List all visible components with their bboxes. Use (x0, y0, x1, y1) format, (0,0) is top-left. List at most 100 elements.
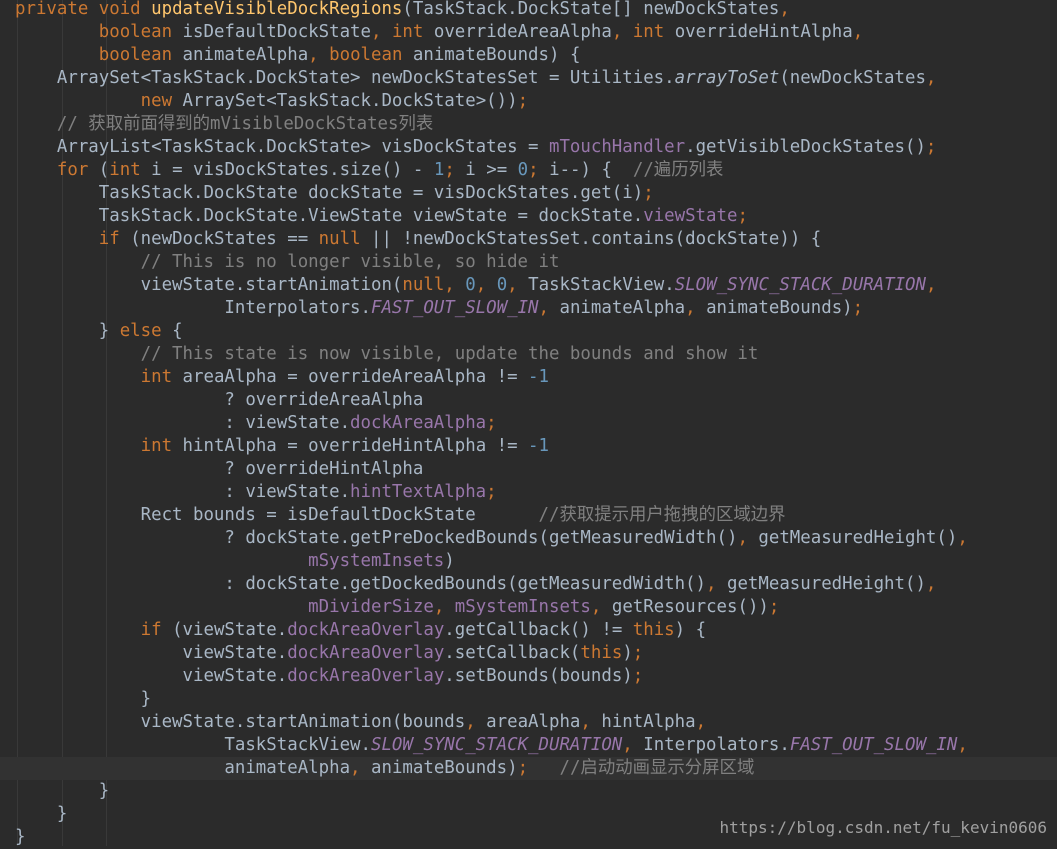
code-token: ; (737, 206, 748, 226)
code-line[interactable]: ? dockState.getPreDockedBounds(getMeasur… (0, 527, 1057, 550)
code-token: SLOW_SYNC_STACK_DURATION (370, 735, 623, 755)
code-line[interactable]: ArraySet<TaskStack.DockState> newDockSta… (0, 67, 1057, 90)
code-line[interactable]: viewState.startAnimation(bounds, areaAlp… (0, 711, 1057, 734)
code-token: //启动动画显示分屏区域 (559, 758, 755, 778)
code-line[interactable]: new ArraySet<TaskStack.DockState>()); (0, 90, 1057, 113)
code-token: -1 (528, 367, 549, 387)
code-token: ) (444, 551, 455, 571)
code-token: ; (517, 91, 529, 111)
code-token: } (15, 827, 26, 847)
code-token: 0 (517, 160, 529, 180)
code-line[interactable]: TaskStack.DockState.ViewState viewState … (0, 205, 1057, 228)
watermark: https://blog.csdn.net/fu_kevin0606 (719, 818, 1047, 837)
code-line[interactable]: } (0, 780, 1057, 803)
code-line[interactable]: : viewState.hintTextAlpha; (0, 481, 1057, 504)
code-token: //遍历列表 (632, 160, 724, 180)
code-line[interactable]: int areaAlpha = overrideAreaAlpha != -1 (0, 366, 1057, 389)
code-token: , (957, 735, 968, 755)
code-line[interactable]: // This state is now visible, update the… (0, 343, 1057, 366)
code-token: ArrayList<TaskStack.DockState> visDockSt… (15, 137, 549, 157)
code-token: FAST_OUT_SLOW_IN (789, 735, 958, 755)
code-token: ( (98, 160, 110, 180)
code-line[interactable]: animateAlpha, animateBounds); //启动动画显示分屏… (0, 757, 1057, 780)
code-token: ; (852, 298, 864, 318)
code-token: (newDockStates == (130, 229, 319, 249)
code-token: Interpolators. (15, 298, 371, 318)
code-token: isDefaultDockState (182, 22, 371, 42)
code-token: .getVisibleDockStates() (685, 137, 926, 157)
code-token: this (580, 643, 623, 663)
code-token: , (580, 712, 602, 732)
code-line[interactable]: Rect bounds = isDefaultDockState //获取提示用… (0, 504, 1057, 527)
code-token: getMeasuredHeight() (758, 528, 958, 548)
code-token: animateAlpha (182, 45, 309, 65)
code-line[interactable]: boolean animateAlpha, boolean animateBou… (0, 44, 1057, 67)
code-token: ; (643, 183, 654, 203)
code-token: , (695, 712, 707, 732)
code-line[interactable]: } else { (0, 320, 1057, 343)
code-line[interactable]: // This is no longer visible, so hide it (0, 251, 1057, 274)
code-token: viewState.startAnimation( (15, 275, 403, 295)
code-line[interactable]: // 获取前面得到的mVisibleDockStates列表 (0, 113, 1057, 136)
code-line[interactable]: for (int i = visDockStates.size() - 1; i… (0, 159, 1057, 182)
code-token: int (391, 22, 434, 42)
code-token: , (507, 275, 529, 295)
code-token: 0 (465, 275, 476, 295)
code-token: , (926, 275, 937, 295)
code-token: // This state is now visible, update the… (140, 344, 759, 364)
code-line[interactable]: : viewState.dockAreaAlpha; (0, 412, 1057, 435)
code-token: void (98, 0, 152, 19)
code-line[interactable]: Interpolators.FAST_OUT_SLOW_IN, animateA… (0, 297, 1057, 320)
code-line[interactable]: ? overrideHintAlpha (0, 458, 1057, 481)
code-token: , (433, 597, 455, 617)
code-line[interactable]: viewState.dockAreaOverlay.setCallback(th… (0, 642, 1057, 665)
code-line[interactable]: } (0, 688, 1057, 711)
code-line[interactable]: int hintAlpha = overrideHintAlpha != -1 (0, 435, 1057, 458)
code-token: if (140, 620, 173, 640)
code-token: TaskStackView. (15, 735, 371, 755)
code-token: updateVisibleDockRegions (151, 0, 403, 19)
code-token: , (611, 22, 633, 42)
code-token: new (140, 91, 183, 111)
code-token: Rect bounds = isDefaultDockState (15, 505, 539, 525)
code-line[interactable]: ? overrideAreaAlpha (0, 389, 1057, 412)
code-token: areaAlpha (486, 712, 581, 732)
code-line[interactable]: viewState.dockAreaOverlay.setBounds(boun… (0, 665, 1057, 688)
code-token: private (15, 0, 99, 19)
code-token: , (852, 22, 864, 42)
code-editor[interactable]: private void updateVisibleDockRegions(Ta… (0, 0, 1057, 847)
code-token: i--) { (549, 160, 633, 180)
code-token: .setCallback( (444, 643, 581, 663)
code-token: animateBounds) (371, 758, 518, 778)
code-token: i >= (465, 160, 518, 180)
code-token: TaskStackView. (528, 275, 675, 295)
code-line[interactable]: mDividerSize, mSystemInsets, getResource… (0, 596, 1057, 619)
code-token: hintAlpha (601, 712, 696, 732)
code-token: (TaskStack.DockState[] newDockStates (402, 0, 780, 19)
code-line[interactable]: boolean isDefaultDockState, int override… (0, 21, 1057, 44)
code-token: viewState (643, 206, 738, 226)
code-token: ; (528, 160, 550, 180)
code-token: ; (486, 413, 497, 433)
code-line[interactable]: : dockState.getDockedBounds(getMeasuredW… (0, 573, 1057, 596)
code-line[interactable]: private void updateVisibleDockRegions(Ta… (0, 0, 1057, 21)
code-line[interactable]: TaskStack.DockState dockState = visDockS… (0, 182, 1057, 205)
code-token: int (109, 160, 152, 180)
code-token: ArraySet<TaskStack.DockState> newDockSta… (15, 68, 675, 88)
code-line[interactable]: TaskStackView.SLOW_SYNC_STACK_DURATION, … (0, 734, 1057, 757)
code-token: 1 (433, 160, 445, 180)
code-line[interactable]: ArrayList<TaskStack.DockState> visDockSt… (0, 136, 1057, 159)
code-line[interactable]: if (newDockStates == null || !newDockSta… (0, 228, 1057, 251)
code-line[interactable]: viewState.startAnimation(null, 0, 0, Tas… (0, 274, 1057, 297)
code-token: : viewState. (15, 413, 351, 433)
code-token: ) { (674, 620, 707, 640)
code-token: } (15, 689, 152, 709)
code-line[interactable]: if (viewState.dockAreaOverlay.getCallbac… (0, 619, 1057, 642)
code-line[interactable]: mSystemInsets) (0, 550, 1057, 573)
